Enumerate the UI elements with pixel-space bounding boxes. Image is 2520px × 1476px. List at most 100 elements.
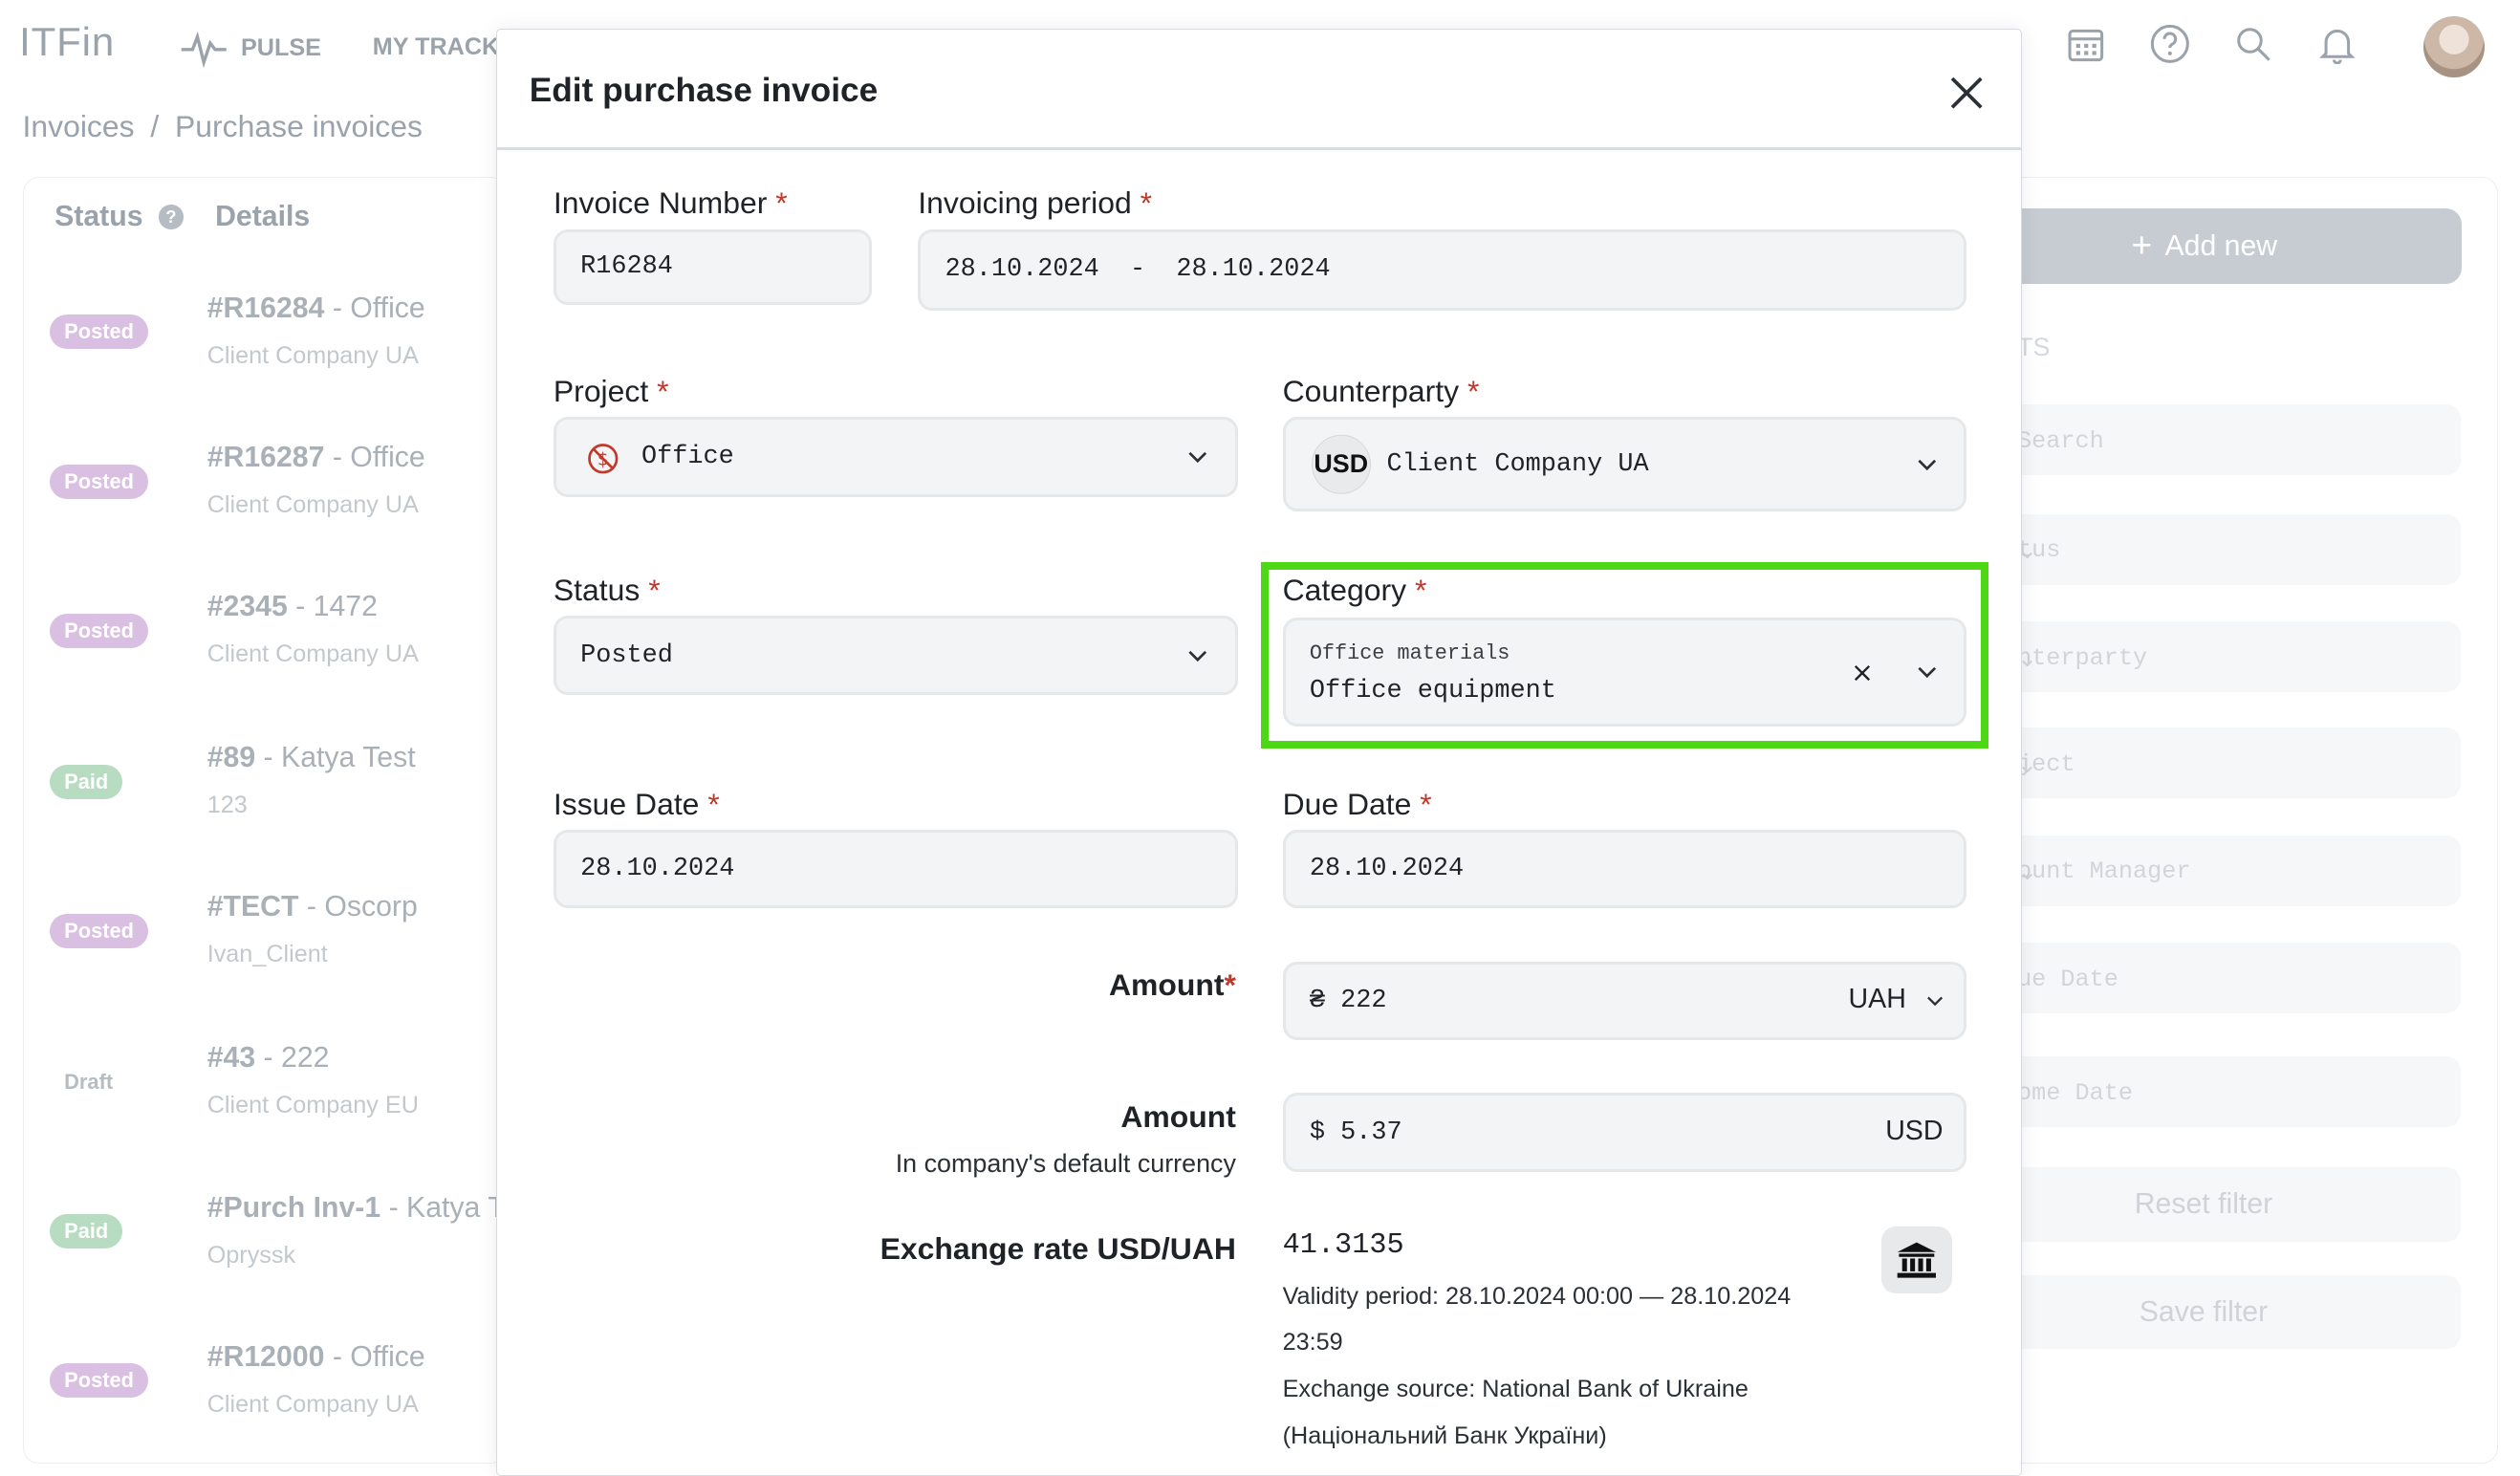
nav-pulse[interactable]: PULSE [180,29,321,68]
breadcrumb-separator: / [150,109,160,144]
counterparty-select[interactable]: USD Client Company UA [1282,417,1967,512]
table-row[interactable]: Posted #2345 - 1472 Client Company UA [23,575,505,726]
details-column-header[interactable]: Details [215,201,310,233]
table-row[interactable]: Posted #R12000 - Office Client Company U… [23,1325,505,1476]
invoice-number: #TECT [206,891,299,923]
svg-text:$: $ [597,449,609,469]
amount-default-sublabel: In company's default currency [895,1149,1236,1179]
invoice-number: #R12000 [206,1340,325,1373]
invoicing-period-value: 28.10.2024 - 28.10.2024 [945,255,1331,285]
project-label: Project * [553,373,669,408]
breadcrumb-invoices[interactable]: Invoices [23,109,135,143]
category-highlight-box [1260,562,1988,749]
help-icon[interactable] [2145,19,2193,67]
calendar-icon[interactable] [2062,19,2110,67]
filter-panel [1991,176,2498,1464]
avatar[interactable] [2423,15,2485,77]
due-date-input[interactable]: 28.10.2024 [1282,829,1967,909]
filter-project-select[interactable]: ject ⌄ [1946,727,2461,798]
invoice-name: - Oscorp [298,891,418,923]
save-filter-button[interactable]: Save filter [1946,1274,2461,1350]
help-icon[interactable]: ? [159,205,184,229]
reset-filter-button[interactable]: Reset filter [1946,1167,2461,1242]
invoice-client: Client Company UA [206,341,419,369]
amount-label: Amount* [1108,967,1236,1003]
dollar-symbol: $ [1309,1118,1325,1147]
table-row[interactable]: Paid #89 - Katya Test 123 [23,726,505,877]
add-new-button[interactable]: + Add new [1946,208,2463,285]
exchange-source-line1: Exchange source: National Bank of Ukrain… [1282,1375,1749,1402]
exchange-rate-label: Exchange rate USD/UAH [880,1230,1236,1266]
validity-period-line1: Validity period: 28.10.2024 00:00 — 28.1… [1282,1282,1792,1310]
table-row[interactable]: Posted #R16284 - Office Client Company U… [23,276,505,427]
invoice-title: #43 - 222 [207,1042,330,1074]
close-button[interactable] [1943,69,1990,117]
invoice-client: 123 [206,792,248,819]
bell-icon[interactable] [2313,19,2360,67]
status-label: Status * [553,573,661,608]
invoicing-period-input[interactable]: 28.10.2024 - 28.10.2024 [918,228,1967,312]
app-logo[interactable]: ITFin [19,19,115,65]
bank-rate-button[interactable] [1881,1226,1953,1294]
top-icons [2062,19,2360,67]
edit-invoice-modal: Edit purchase invoice Invoice Number * R… [496,29,2023,1476]
filter-account-manager-select[interactable]: ount Manager ⌄ [1946,835,2461,906]
invoice-title: #R16287 - Office [207,442,425,474]
status-value: Posted [580,640,673,670]
amount-currency-select[interactable]: UAH [1849,984,1906,1015]
modal-title: Edit purchase invoice [529,71,879,109]
filter-search-input[interactable]: Search [1946,404,2461,476]
due-date-value: 28.10.2024 [1309,855,1465,884]
invoice-number: #R16284 [206,292,325,324]
filter-counterparty-select[interactable]: nterparty ⌄ [1946,621,2461,693]
add-new-label: Add new [2164,229,2278,262]
invoice-number-label: Invoice Number * [553,185,788,221]
search-icon[interactable] [2229,19,2277,67]
invoice-client: Opryssk [206,1241,296,1269]
filter-label: ome Date [2017,1078,2133,1107]
close-icon [1950,76,1983,109]
exchange-info: Validity period: 28.10.2024 00:00 — 28.1… [1283,1273,1792,1460]
nav-pulse-label: PULSE [240,33,321,61]
invoice-number: #43 [206,1042,256,1074]
no-money-icon: $ [587,443,619,474]
status-column-header[interactable]: Status [54,201,142,233]
filter-status-select[interactable]: tus ⌄ [1946,513,2461,585]
table-row[interactable]: Draft #43 - 222 Client Company EU [23,1027,505,1178]
amount-default-input[interactable]: $ 5.37 USD [1282,1093,1967,1172]
table-row[interactable]: Posted #R16287 - Office Client Company U… [23,425,505,576]
search-placeholder: Search [2017,426,2104,455]
invoice-title: #89 - Katya Test [207,742,416,774]
invoice-name: - Katya Test [255,742,416,774]
amount-default-currency: USD [1885,1115,1944,1146]
table-row[interactable]: Paid #Purch Inv-1 - Katya T Opryssk [23,1176,506,1327]
chevron-down-icon[interactable] [1925,991,1944,1010]
issue-date-label: Issue Date * [553,786,720,821]
bank-icon [1898,1242,1937,1278]
status-badge: Posted [50,613,149,648]
invoicing-period-label: Invoicing period * [918,185,1153,221]
invoice-number: #2345 [206,591,288,623]
chevron-down-icon [1188,451,1207,464]
invoice-title: #2345 - 1472 [207,591,378,623]
issue-date-input[interactable]: 28.10.2024 [553,829,1238,909]
nav-my-tracker[interactable]: MY TRACKE [373,33,515,61]
invoice-number-value: R16284 [580,252,673,282]
project-select[interactable]: $ Office [553,417,1238,498]
amount-value: ₴ 222 [1309,986,1387,1015]
status-select[interactable]: Posted [553,616,1238,695]
exchange-rate-value: 41.3135 [1282,1229,1404,1263]
amount-input[interactable]: ₴ 222 UAH [1282,961,1967,1040]
chevron-down-icon: ⌄ [2017,859,2038,888]
table-row[interactable]: Posted #TECT - Oscorp Ivan_Client [23,876,505,1027]
breadcrumb-current: Purchase invoices [175,109,423,144]
invoice-title: #R12000 - Office [207,1341,425,1374]
invoice-number: #R16287 [206,441,325,473]
invoice-number-input[interactable]: R16284 [553,228,872,305]
status-badge: Posted [50,315,149,350]
invoice-title: #Purch Inv-1 - Katya T [207,1192,506,1225]
filter-income-date-input[interactable]: ome Date [1946,1056,2461,1128]
status-badge: Paid [50,1214,123,1249]
filter-due-date-input[interactable]: ue Date [1946,943,2461,1014]
invoice-title: #R16284 - Office [207,293,425,325]
